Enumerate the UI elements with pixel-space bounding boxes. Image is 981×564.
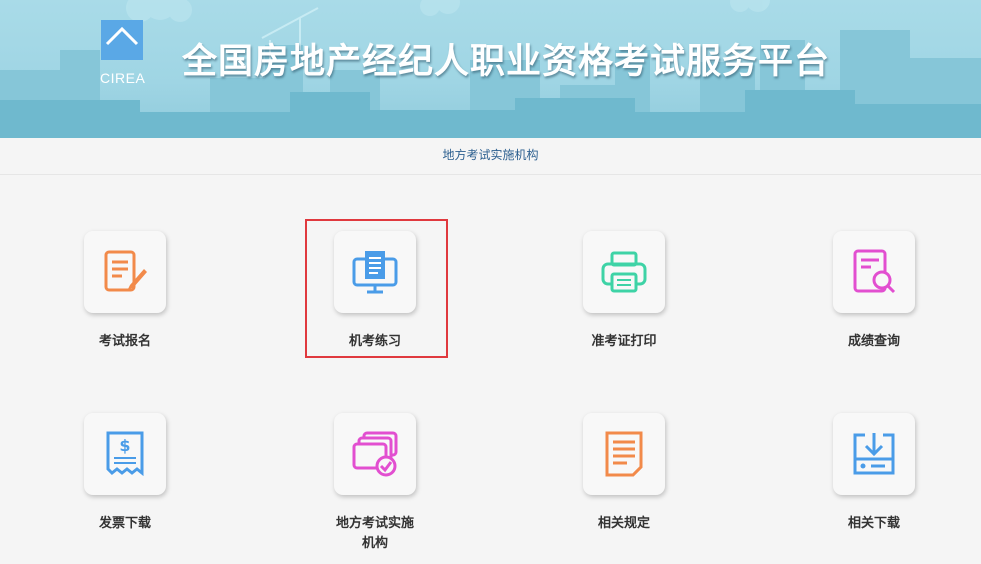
tile-icon-box[interactable]: [334, 413, 416, 495]
tile-admission-ticket-print[interactable]: 准考证打印: [579, 231, 669, 352]
tile-exam-registration[interactable]: 考试报名: [80, 231, 170, 352]
tile-label: 地方考试实施机构: [335, 516, 414, 551]
form-edit-icon: [104, 250, 147, 292]
tile-icon-box[interactable]: [833, 231, 915, 313]
tile-label: 相关规定: [597, 516, 650, 531]
tile-icon-box[interactable]: [833, 413, 915, 495]
logo-text: CIREA: [100, 70, 146, 86]
house-roof-icon: [105, 26, 139, 46]
cirea-logo[interactable]: [101, 20, 143, 60]
tile-label: 考试报名: [98, 334, 151, 349]
tile-downloads[interactable]: 相关下载: [829, 413, 919, 534]
tile-invoice-download[interactable]: $ 发票下载: [80, 413, 170, 534]
tile-score-query[interactable]: 成绩查询: [829, 231, 919, 352]
tile-local-exam-institutions[interactable]: 地方考试实施机构: [330, 413, 420, 554]
cards-check-icon: [352, 431, 398, 477]
tile-label: 准考证打印: [591, 334, 657, 349]
tile-regulations[interactable]: 相关规定: [579, 413, 669, 534]
header-banner: CIREA 全国房地产经纪人职业资格考试服务平台: [0, 0, 981, 138]
tile-icon-box[interactable]: [583, 231, 665, 313]
tile-label: 成绩查询: [847, 334, 900, 349]
subnav-link-local-exam-institutions[interactable]: 地方考试实施机构: [442, 138, 538, 172]
tile-icon-box[interactable]: [84, 231, 166, 313]
download-tray-icon: [853, 433, 895, 475]
printer-icon: [601, 251, 647, 293]
document-list-icon: [605, 431, 643, 477]
tile-icon-box[interactable]: [583, 413, 665, 495]
tile-label: 相关下载: [847, 516, 900, 531]
selected-tile-highlight: [305, 219, 448, 358]
tile-icon-box[interactable]: $: [84, 413, 166, 495]
subnav-bar: 地方考试实施机构: [0, 138, 981, 175]
tile-label: 发票下载: [98, 516, 151, 531]
receipt-icon: $: [106, 431, 144, 477]
svg-text:$: $: [119, 436, 130, 455]
document-search-icon: [853, 249, 896, 294]
site-title: 全国房地产经纪人职业资格考试服务平台: [182, 42, 831, 82]
